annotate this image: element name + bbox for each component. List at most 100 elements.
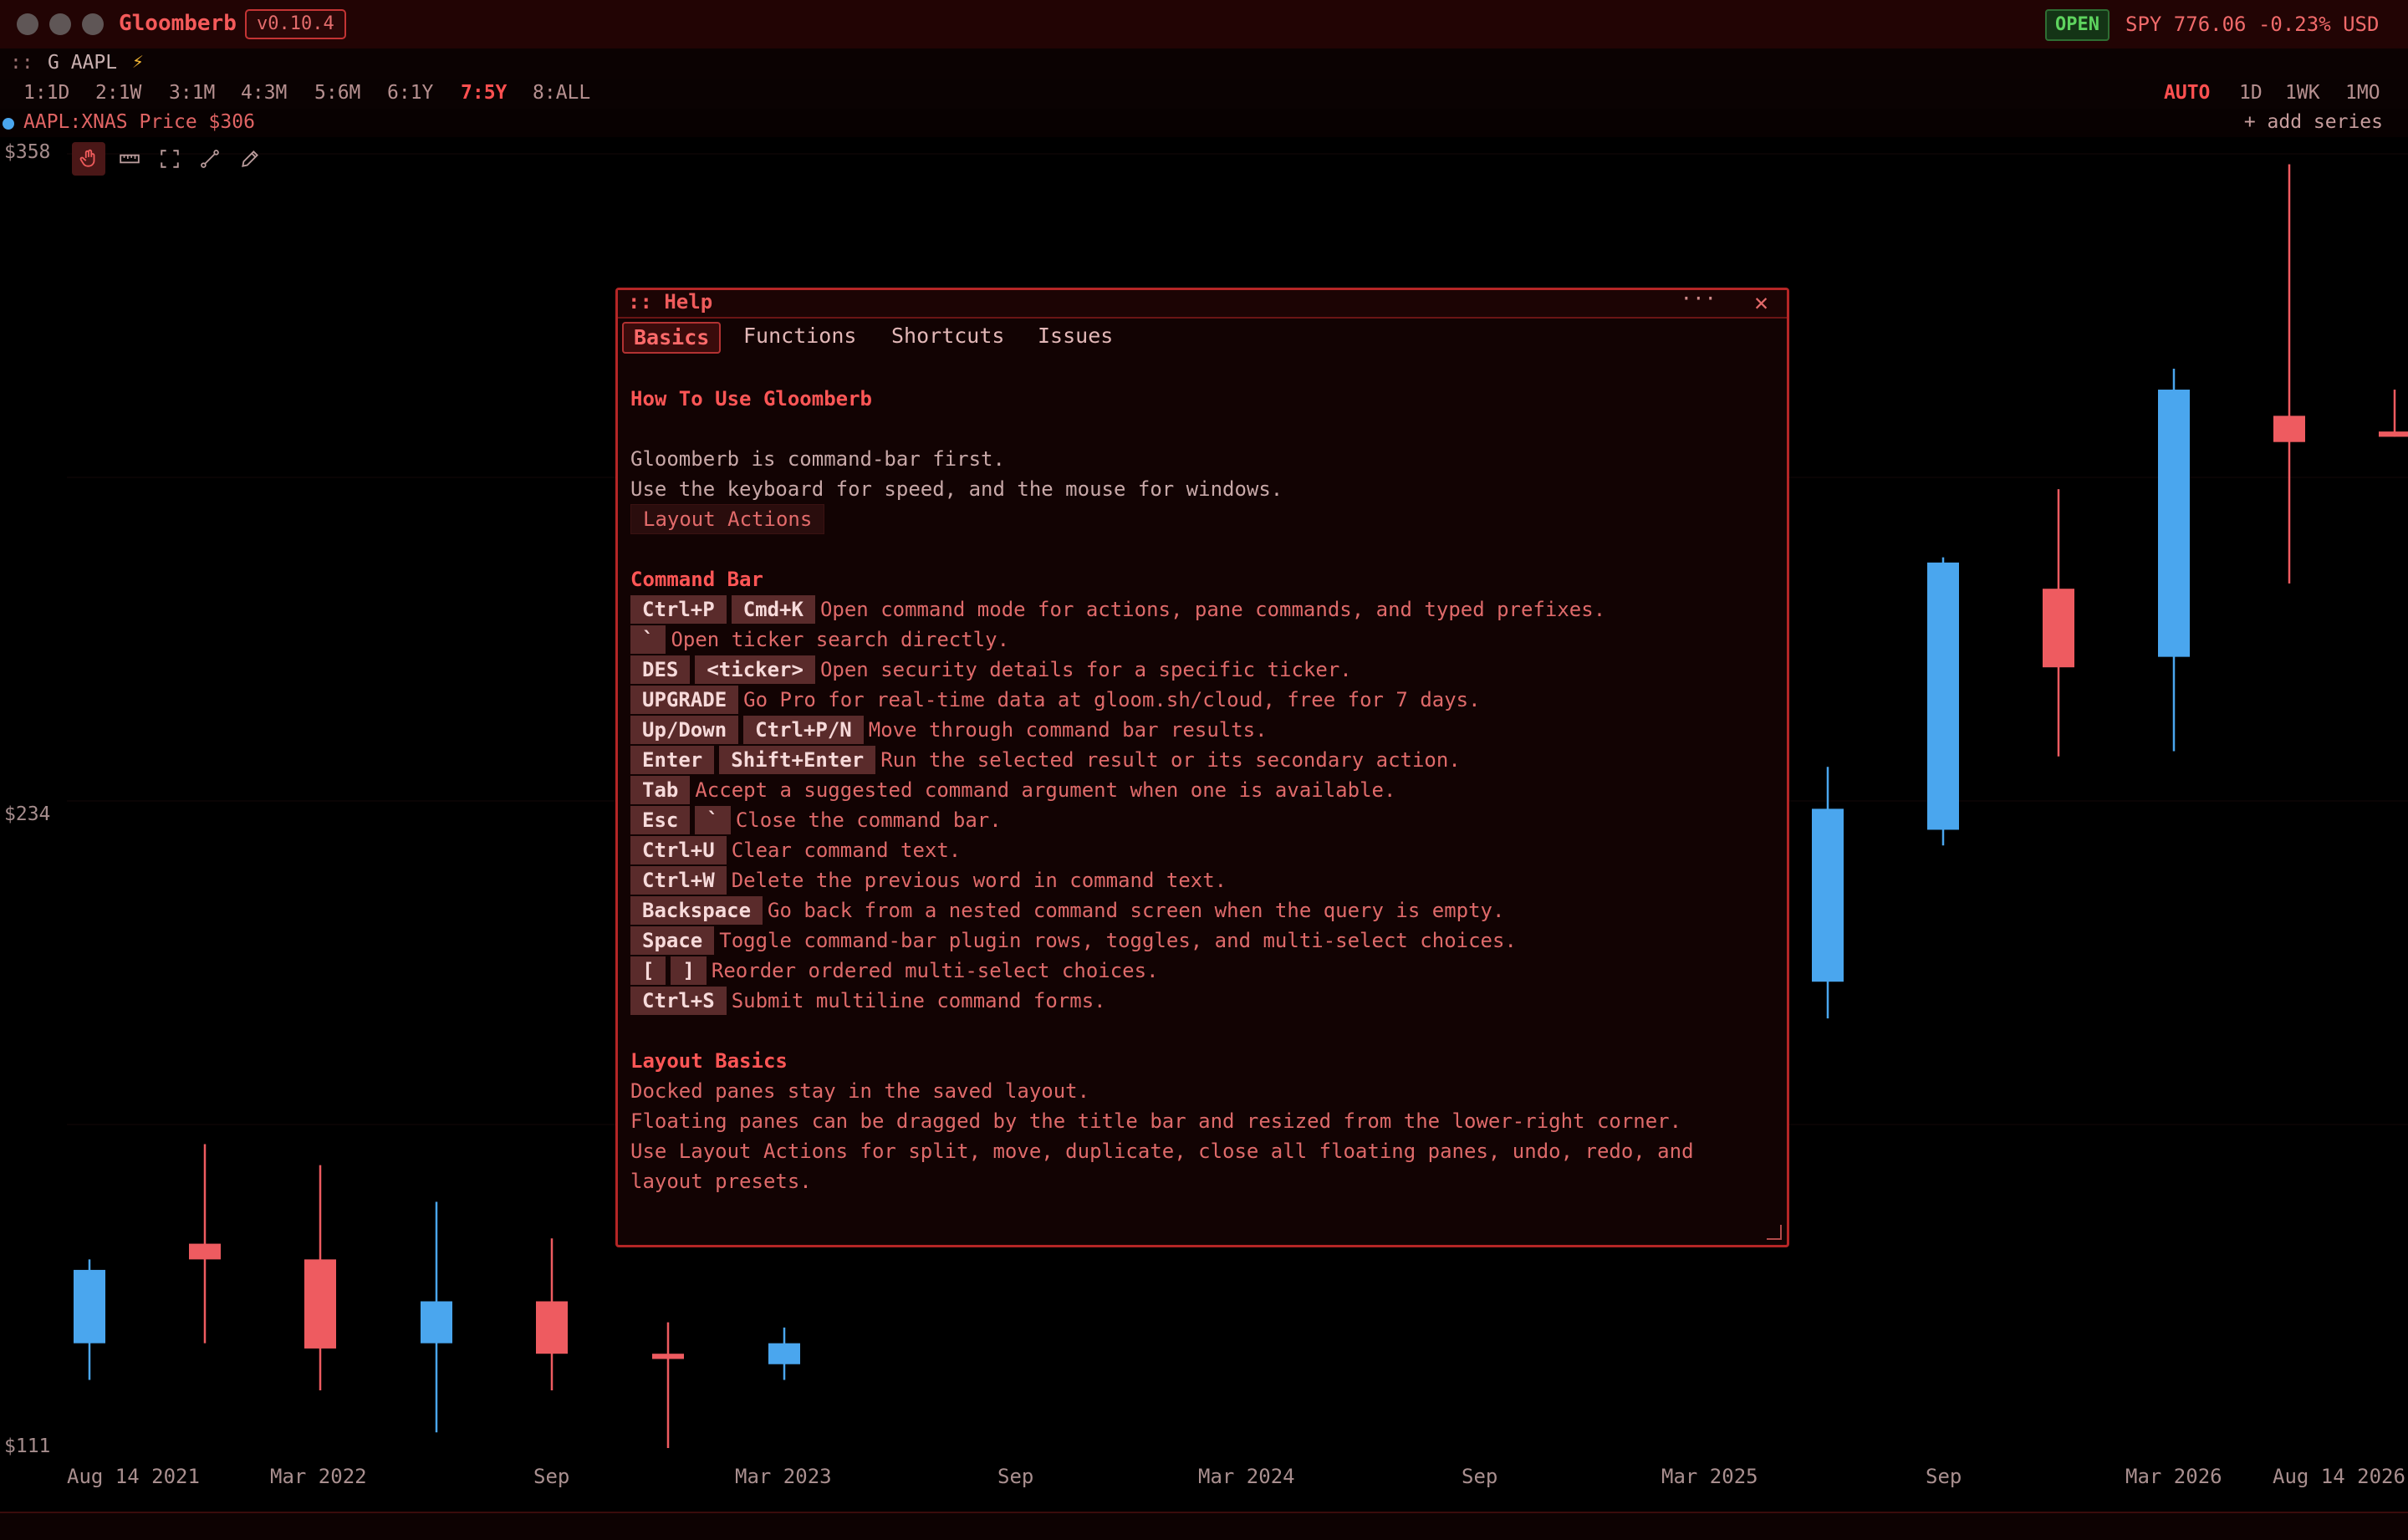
price-axis-bottom: $111	[4, 1435, 51, 1457]
shortcut-description: Open ticker search directly.	[671, 628, 1010, 651]
shortcut-description: Open command mode for actions, pane comm…	[819, 598, 1606, 621]
key-chip: UPGRADE	[630, 686, 739, 714]
layout-basics-line: Use Layout Actions for split, move, dupl…	[630, 1140, 1694, 1163]
key-chip: Ctrl+U	[630, 836, 727, 864]
layout-basics-line: Docked panes stay in the saved layout.	[630, 1079, 1090, 1103]
shortcut-list: Ctrl+P Cmd+K Open command mode for actions…	[630, 594, 1773, 1016]
candle-body	[768, 1343, 800, 1364]
tab-basics[interactable]: Basics	[622, 322, 722, 354]
shortcut-description: Go Pro for real-time data at gloom.sh/cl…	[743, 688, 1481, 711]
layout-basics-line: Floating panes can be dragged by the tit…	[630, 1109, 1682, 1133]
shortcut-description: Delete the previous word in command text…	[731, 869, 1227, 892]
x-tick: Mar 2024	[1198, 1465, 1295, 1488]
status-footer	[0, 1512, 2408, 1540]
x-tick: Sep	[997, 1465, 1034, 1488]
shortcut-description: Run the selected result or its secondary…	[880, 748, 1461, 772]
x-tick: Mar 2023	[735, 1465, 832, 1488]
pointer-hand-tool[interactable]	[72, 142, 105, 176]
more-options-icon[interactable]: ···	[1681, 287, 1717, 310]
price-axis-top: $358	[4, 141, 51, 163]
shortcut-description: Toggle command-bar plugin rows, toggles,…	[719, 929, 1517, 952]
key-chip: Ctrl+P	[630, 595, 727, 624]
shortcut-description: Close the command bar.	[735, 808, 1002, 832]
shortcut-row: Esc ` Close the command bar.	[630, 805, 1773, 835]
x-tick: Sep	[1462, 1465, 1498, 1488]
shortcut-description: Open security details for a specific tic…	[819, 658, 1352, 681]
key-chip: `	[695, 806, 731, 834]
key-chip: Up/Down	[630, 716, 739, 744]
price-axis-mid: $234	[4, 803, 51, 825]
layout-actions-button[interactable]: Layout Actions	[630, 504, 825, 534]
shortcut-description: Go back from a nested command screen whe…	[768, 899, 1505, 922]
x-tick: Aug 14 2021	[67, 1465, 200, 1488]
help-heading: How To Use Gloomberb	[630, 387, 872, 410]
shortcut-description: Reorder ordered multi-select choices.	[711, 959, 1159, 982]
shortcut-row: Ctrl+U Clear command text.	[630, 835, 1773, 865]
key-chip: Esc	[630, 806, 691, 834]
candle-body	[1812, 808, 1844, 982]
shortcut-row: ` Open ticker search directly.	[630, 625, 1773, 655]
shortcut-row: Ctrl+P Cmd+K Open command mode for actions…	[630, 594, 1773, 625]
tab-shortcuts[interactable]: Shortcuts	[881, 322, 1014, 350]
help-title: :: Help	[628, 290, 713, 314]
key-chip: DES	[630, 655, 691, 684]
shortcut-row: Ctrl+S Submit multiline command forms.	[630, 986, 1773, 1016]
tab-issues[interactable]: Issues	[1028, 322, 1123, 350]
pencil-icon	[242, 150, 258, 167]
intro-line: Use the keyboard for speed, and the mous…	[630, 477, 1283, 501]
key-chip: ]	[671, 956, 707, 985]
key-chip: Ctrl+P/N	[743, 716, 864, 744]
command-bar-title: Command Bar	[630, 568, 763, 591]
shortcut-row: DES <ticker> Open security details for a s…	[630, 655, 1773, 685]
candle-body	[2158, 390, 2190, 657]
ruler-tool[interactable]	[113, 142, 146, 176]
shortcut-row: Ctrl+W Delete the previous word in comman…	[630, 865, 1773, 895]
candle-body	[189, 1243, 221, 1260]
key-chip: Tab	[630, 776, 691, 804]
x-tick: Mar 2025	[1661, 1465, 1758, 1488]
key-chip: Enter	[630, 746, 715, 774]
key-chip: Backspace	[630, 896, 763, 925]
shortcut-row: Tab Accept a suggested command argument w…	[630, 775, 1773, 805]
fit-screen-icon	[161, 150, 179, 168]
key-chip: [	[630, 956, 666, 985]
shortcut-description: Accept a suggested command argument when…	[695, 778, 1396, 802]
layout-basics-line: layout presets.	[630, 1170, 812, 1193]
shortcut-description: Clear command text.	[731, 839, 962, 862]
key-chip: Shift+Enter	[719, 746, 876, 774]
x-tick: Mar 2026	[2125, 1465, 2222, 1488]
intro-line: Gloomberb is command-bar first.	[630, 447, 1005, 471]
shortcut-row: Up/Down Ctrl+P/N Move through command bar …	[630, 715, 1773, 745]
tab-functions[interactable]: Functions	[733, 322, 866, 350]
candle-body	[74, 1269, 105, 1344]
resize-handle[interactable]	[1767, 1225, 1782, 1240]
shortcut-description: Submit multiline command forms.	[731, 989, 1106, 1012]
candle-body	[536, 1301, 568, 1354]
x-tick: Sep	[1926, 1465, 1962, 1488]
fit-screen-tool[interactable]	[153, 142, 186, 176]
help-content: How To Use Gloomberb Gloomberb is comman…	[630, 384, 1773, 1196]
trendline-icon	[201, 150, 219, 168]
pencil-tool[interactable]	[233, 142, 267, 176]
help-pane[interactable]: :: Help ··· ✕ Basics Functions Shortcuts…	[615, 287, 1789, 1247]
x-tick: Sep	[533, 1465, 570, 1488]
candle-body	[1927, 562, 1959, 830]
key-chip: <ticker>	[695, 655, 815, 684]
shortcut-row: [] Reorder ordered multi-select choices.	[630, 956, 1773, 986]
key-chip: Ctrl+W	[630, 866, 727, 895]
hand-icon	[79, 149, 95, 167]
candle-body	[652, 1354, 684, 1359]
trendline-tool[interactable]	[193, 142, 227, 176]
close-icon[interactable]: ✕	[1754, 288, 1768, 316]
x-tick: Mar 2022	[270, 1465, 367, 1488]
shortcut-row: Backspace Go back from a nested command s…	[630, 895, 1773, 926]
candle-body	[2273, 416, 2305, 442]
shortcut-row: Space Toggle command-bar plugin rows, tog…	[630, 926, 1773, 956]
candle-body	[2043, 589, 2074, 668]
key-chip: `	[630, 625, 666, 654]
shortcut-row: Enter Shift+Enter Run the selected result …	[630, 745, 1773, 775]
candle-body	[304, 1259, 336, 1349]
shortcut-row: UPGRADE Go Pro for real-time data at gloo…	[630, 685, 1773, 715]
ruler-icon	[120, 154, 140, 164]
help-title-bar[interactable]: :: Help ··· ✕	[618, 287, 1787, 319]
